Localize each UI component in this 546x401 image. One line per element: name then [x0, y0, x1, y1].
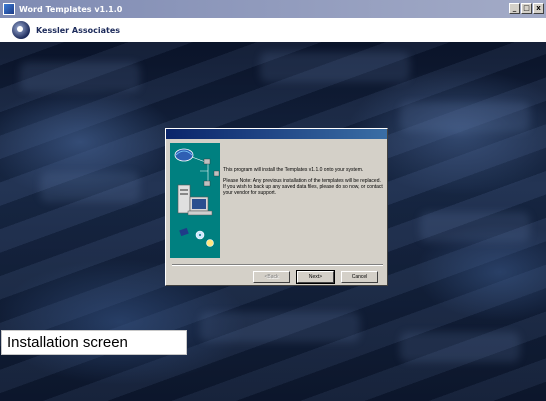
- install-intro-text: This program will install the Templates …: [223, 167, 364, 173]
- backdrop-key-shape: [200, 312, 360, 342]
- company-logo-icon: [12, 21, 30, 39]
- next-button[interactable]: Next>: [296, 270, 335, 284]
- wizard-illustration: [170, 143, 220, 258]
- company-name: Kessler Associates: [36, 25, 121, 35]
- backdrop-key-shape: [400, 332, 520, 362]
- installer-dialog: This program will install the Templates …: [165, 128, 388, 286]
- cancel-button[interactable]: Cancel: [341, 271, 378, 283]
- minimize-button[interactable]: _: [509, 3, 520, 14]
- window-titlebar[interactable]: Word Templates v1.1.0 _ □ x: [0, 0, 546, 18]
- backdrop-key-shape: [260, 52, 410, 82]
- backdrop-key-shape: [20, 62, 140, 92]
- backdrop-key-shape: [400, 102, 530, 132]
- dialog-titlebar[interactable]: [166, 129, 387, 139]
- app-header: Kessler Associates: [0, 18, 546, 42]
- install-note-text: Please Note: Any previous installation o…: [223, 178, 383, 196]
- back-button[interactable]: <Back: [253, 271, 290, 283]
- window-title: Word Templates v1.1.0: [19, 4, 123, 14]
- dialog-divider: [172, 264, 383, 266]
- backdrop-key-shape: [40, 172, 140, 202]
- close-button[interactable]: x: [533, 3, 544, 14]
- computer-network-icon: [174, 148, 220, 247]
- window-controls: _ □ x: [509, 3, 544, 14]
- app-icon: [3, 3, 15, 15]
- maximize-button[interactable]: □: [521, 3, 532, 14]
- screen-caption: Installation screen: [1, 330, 187, 355]
- backdrop-key-shape: [420, 212, 530, 242]
- dialog-message: This program will install the Templates …: [223, 167, 383, 201]
